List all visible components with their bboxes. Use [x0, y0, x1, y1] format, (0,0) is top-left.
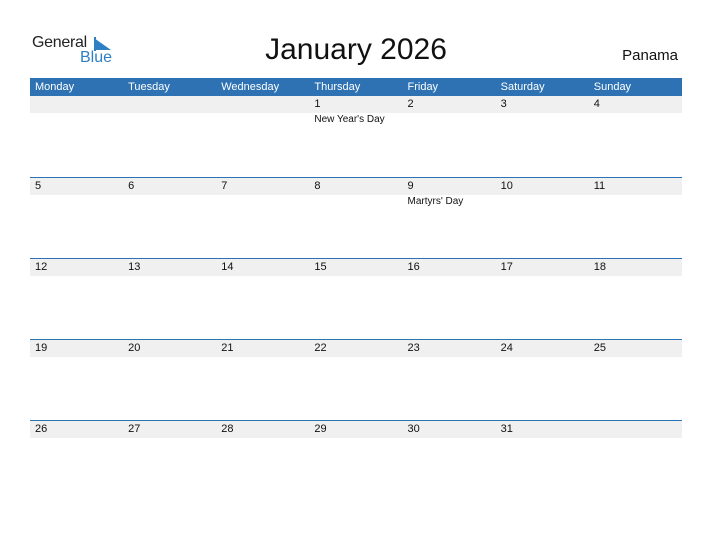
week-row: 12 13 14 15 16 17 18	[30, 258, 682, 339]
weekday-tuesday: Tuesday	[128, 81, 170, 93]
day-number: 9	[407, 180, 414, 192]
day-number: 30	[407, 423, 420, 435]
holiday-label	[216, 195, 309, 209]
day-number: 22	[314, 342, 327, 354]
day-number: 3	[500, 98, 507, 110]
day-number-strip: 12 13 14 15 16 17 18	[30, 259, 682, 276]
day-number: 7	[221, 180, 228, 192]
holiday-label	[496, 113, 589, 127]
holiday-label	[123, 113, 216, 127]
day-number: 14	[221, 261, 234, 273]
day-number: 21	[221, 342, 234, 354]
day-number	[123, 96, 216, 113]
page-title: January 2026	[265, 33, 447, 66]
day-number: 6	[128, 180, 135, 192]
day-number: 11	[593, 180, 606, 192]
holiday-label	[496, 195, 589, 209]
day-number: 23	[407, 342, 420, 354]
weekday-thursday: Thursday	[314, 81, 361, 93]
week-row: 26 27 28 29 30 31	[30, 420, 682, 501]
day-number: 17	[500, 261, 513, 273]
day-number: 19	[35, 342, 48, 354]
day-number: 18	[593, 261, 606, 273]
holiday-label: Martyrs' Day	[407, 196, 464, 207]
calendar-grid: Monday Tuesday Wednesday Thursday Friday…	[30, 78, 682, 501]
day-number: 5	[35, 180, 42, 192]
day-number-strip: 5 6 7 8 9 10 11	[30, 178, 682, 195]
day-number: 12	[35, 261, 48, 273]
holiday-label	[589, 113, 682, 127]
holiday-label: New Year's Day	[314, 114, 385, 125]
day-number: 29	[314, 423, 327, 435]
day-number: 31	[500, 423, 513, 435]
day-number: 16	[407, 261, 420, 273]
weekday-saturday: Saturday	[500, 81, 545, 93]
holiday-label	[216, 113, 309, 127]
day-number-strip: 1 2 3 4	[30, 96, 682, 113]
day-number: 10	[500, 180, 513, 192]
weekday-friday: Friday	[407, 81, 439, 93]
weekday-wednesday: Wednesday	[221, 81, 280, 93]
holiday-label	[589, 195, 682, 209]
day-number	[589, 421, 682, 438]
week-row: 1 2 3 4 New Year's Day	[30, 96, 682, 177]
day-number: 15	[314, 261, 327, 273]
day-number: 1	[314, 98, 321, 110]
day-number: 26	[35, 423, 48, 435]
day-number: 25	[593, 342, 606, 354]
day-number: 8	[314, 180, 321, 192]
week-row: 19 20 21 22 23 24 25	[30, 339, 682, 420]
weekday-header: Monday Tuesday Wednesday Thursday Friday…	[30, 78, 682, 96]
event-strip: New Year's Day	[30, 113, 682, 127]
holiday-label	[123, 195, 216, 209]
weekday-sunday: Sunday	[593, 81, 632, 93]
day-number: 27	[128, 423, 141, 435]
day-number: 20	[128, 342, 141, 354]
holiday-label	[30, 113, 123, 127]
day-number	[30, 96, 123, 113]
day-number: 13	[128, 261, 141, 273]
day-number: 28	[221, 423, 234, 435]
weekday-monday: Monday	[35, 81, 75, 93]
day-number: 24	[500, 342, 513, 354]
day-number-strip: 26 27 28 29 30 31	[30, 421, 682, 438]
holiday-label	[309, 195, 402, 209]
holiday-label	[403, 113, 496, 127]
week-row: 5 6 7 8 9 10 11 Martyrs' Day	[30, 177, 682, 258]
day-number-strip: 19 20 21 22 23 24 25	[30, 340, 682, 357]
day-number: 4	[593, 98, 600, 110]
event-strip: Martyrs' Day	[30, 195, 682, 209]
day-number	[216, 96, 309, 113]
country-label: Panama	[622, 47, 678, 64]
holiday-label	[30, 195, 123, 209]
day-number: 2	[407, 98, 414, 110]
